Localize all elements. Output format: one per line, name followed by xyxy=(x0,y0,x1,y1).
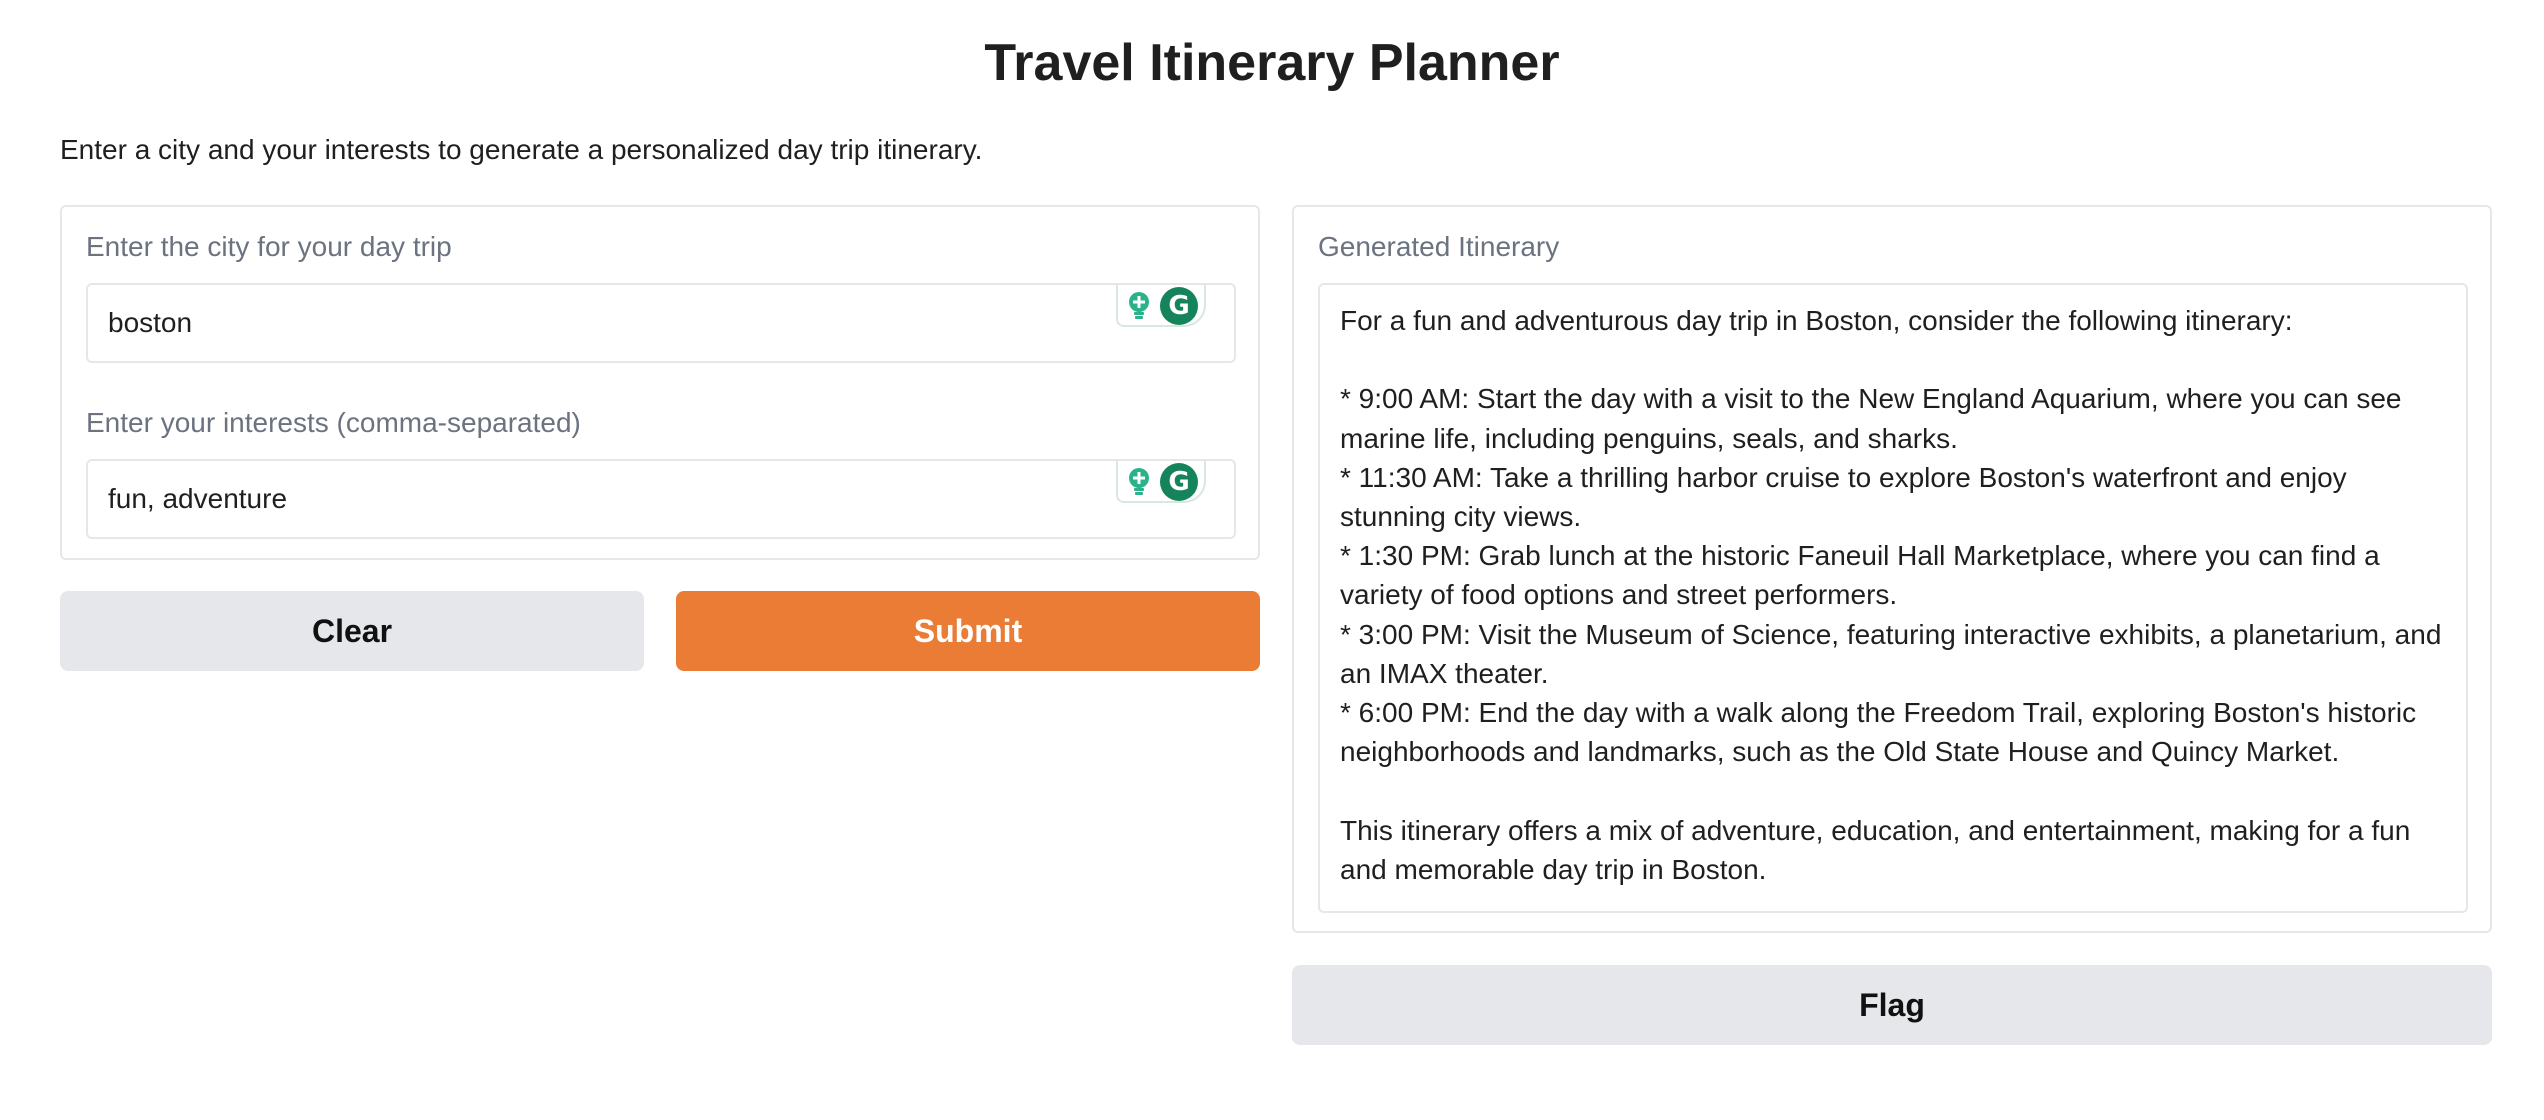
submit-button[interactable]: Submit xyxy=(676,591,1260,671)
clear-button[interactable]: Clear xyxy=(60,591,644,671)
lightbulb-icon[interactable] xyxy=(1126,467,1152,495)
grammarly-icon[interactable]: G xyxy=(1160,463,1198,501)
page-title: Travel Itinerary Planner xyxy=(984,34,1560,92)
city-input-box: G xyxy=(86,283,1236,363)
output-label: Generated Itinerary xyxy=(1318,231,1560,262)
grammar-assistant-widget[interactable]: G xyxy=(1116,461,1206,503)
city-input[interactable] xyxy=(108,285,1108,361)
grammar-assistant-widget[interactable]: G xyxy=(1116,285,1206,327)
lightbulb-icon[interactable] xyxy=(1126,291,1152,319)
interests-input-box: G xyxy=(86,459,1236,539)
input-panel: Enter the city for your day trip G Enter… xyxy=(60,205,1260,560)
city-field-label: Enter the city for your day trip xyxy=(86,231,452,262)
flag-button[interactable]: Flag xyxy=(1292,965,2492,1045)
output-panel: Generated Itinerary For a fun and advent… xyxy=(1292,205,2492,933)
interests-field-label: Enter your interests (comma-separated) xyxy=(86,407,581,438)
interests-input[interactable] xyxy=(108,461,1108,537)
itinerary-output[interactable]: For a fun and adventurous day trip in Bo… xyxy=(1318,283,2468,913)
grammarly-icon[interactable]: G xyxy=(1160,287,1198,325)
page-description: Enter a city and your interests to gener… xyxy=(60,134,983,165)
